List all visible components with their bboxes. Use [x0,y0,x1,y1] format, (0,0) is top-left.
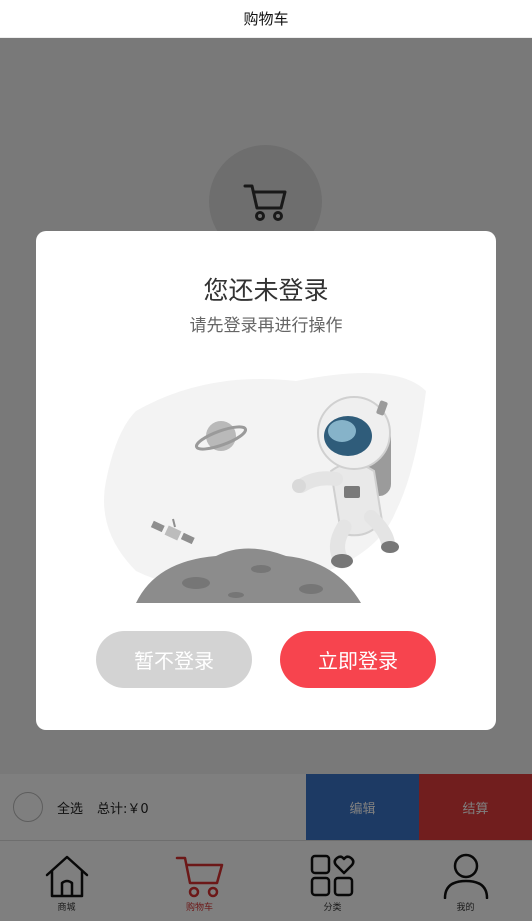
page-title: 购物车 [243,10,289,28]
login-later-button[interactable]: 暂不登录 [96,631,252,688]
dialog-title: 您还未登录 [203,276,329,305]
login-now-button[interactable]: 立即登录 [280,631,436,688]
dialog-subtitle: 请先登录再进行操作 [189,316,343,336]
login-prompt-dialog: 您还未登录 请先登录再进行操作 暂不登录 立即登录 [36,231,496,730]
header: 购物车 [0,0,532,38]
astronaut-illustration [104,373,426,603]
